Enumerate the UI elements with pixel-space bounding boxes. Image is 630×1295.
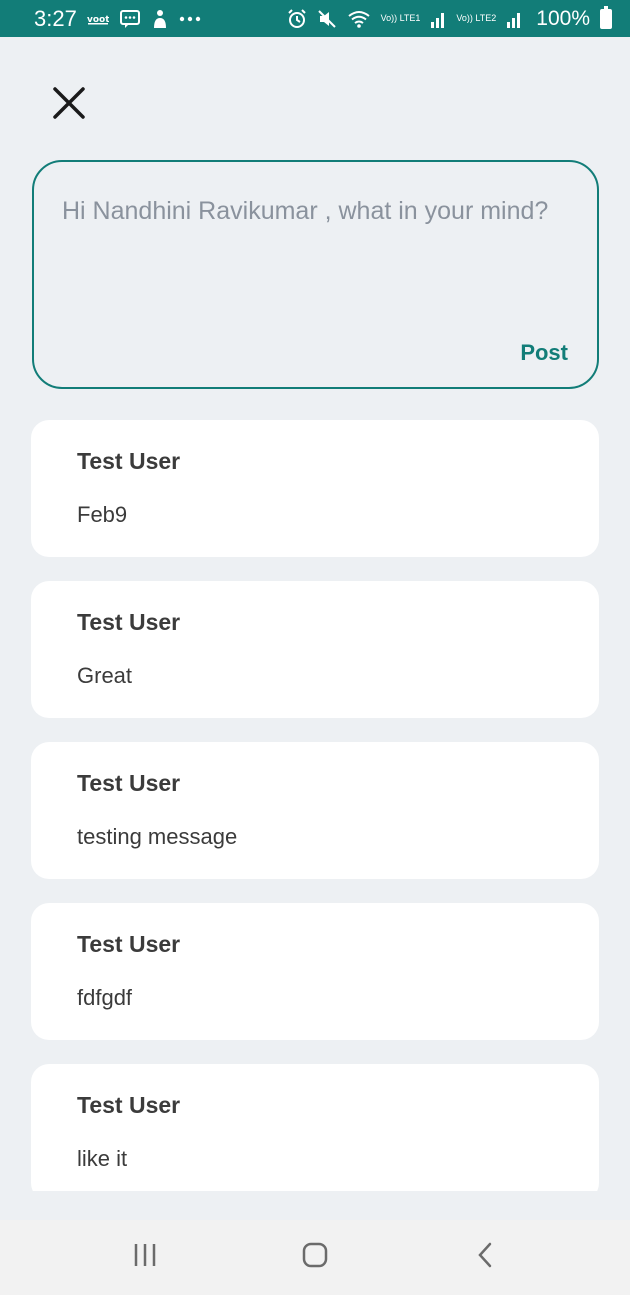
status-right: Vo)) LTE1 Vo)) LTE2 100% <box>287 5 612 31</box>
network-lte2-label: Vo)) LTE2 <box>456 13 497 23</box>
recent-apps-icon <box>132 1242 158 1273</box>
signal-icon <box>430 10 446 28</box>
post-author: Test User <box>77 609 181 635</box>
back-icon <box>475 1241 495 1274</box>
status-time: 3:27 <box>34 5 77 31</box>
battery-icon <box>600 5 612 29</box>
post-card[interactable]: Test User Feb9 <box>31 420 599 557</box>
post-message: Great <box>77 663 133 688</box>
post-message: like it <box>77 1146 128 1171</box>
mute-icon <box>317 9 337 29</box>
recent-apps-button[interactable] <box>115 1233 175 1283</box>
hand-icon <box>151 8 169 30</box>
home-icon <box>301 1241 329 1274</box>
voot-icon: voot <box>87 12 109 26</box>
chat-icon <box>119 8 141 30</box>
post-message: fdfgdf <box>77 985 133 1010</box>
post-author: Test User <box>77 1092 181 1118</box>
close-icon <box>52 86 86 125</box>
post-feed[interactable]: Test User Feb9 Test User Great Test User… <box>31 420 599 1191</box>
wifi-icon <box>347 9 371 29</box>
post-author: Test User <box>77 448 181 474</box>
post-button[interactable]: Post <box>520 340 568 366</box>
more-icon <box>179 16 201 22</box>
back-button[interactable] <box>455 1233 515 1283</box>
post-card[interactable]: Test User fdfgdf <box>31 903 599 1040</box>
post-message: Feb9 <box>77 502 128 527</box>
post-message: testing message <box>77 824 238 849</box>
network-lte1-label: Vo)) LTE1 <box>380 13 421 23</box>
status-left: 3:27 voot <box>34 6 201 32</box>
system-nav-bar <box>0 1220 630 1295</box>
status-bar: 3:27 voot Vo)) LTE1 Vo)) LTE2 100% <box>0 0 630 37</box>
signal-icon <box>506 10 522 28</box>
compose-box: Post <box>32 160 599 389</box>
post-card[interactable]: Test User testing message <box>31 742 599 879</box>
close-button[interactable] <box>50 86 88 124</box>
alarm-icon <box>287 8 307 29</box>
post-card[interactable]: Test User Great <box>31 581 599 718</box>
post-author: Test User <box>77 770 181 796</box>
battery-percent: 100% <box>536 6 590 30</box>
post-author: Test User <box>77 931 181 957</box>
compose-input[interactable] <box>62 194 562 294</box>
post-card[interactable]: Test User like it <box>31 1064 599 1191</box>
home-button[interactable] <box>285 1233 345 1283</box>
